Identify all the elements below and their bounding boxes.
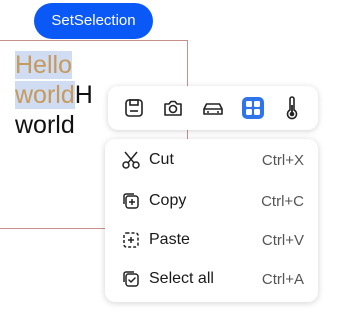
grid-apps-icon[interactable]	[240, 95, 266, 121]
save-icon[interactable]	[121, 95, 147, 121]
paste-icon	[121, 230, 141, 250]
select-all-icon	[121, 269, 141, 289]
menu-item-shortcut: Ctrl+C	[261, 192, 304, 210]
car-icon[interactable]	[200, 95, 226, 121]
selected-text-line1: Hello	[15, 51, 72, 79]
menu-item-shortcut: Ctrl+V	[261, 231, 304, 249]
menu-item-label: Select all	[149, 270, 214, 287]
menu-item-label: Paste	[149, 231, 190, 248]
menu-item-shortcut: Ctrl+A	[261, 270, 304, 288]
scissors-icon	[121, 150, 141, 170]
menu-item-cut[interactable]: Cut Ctrl+X	[105, 145, 318, 175]
menu-item-paste[interactable]: Paste Ctrl+V	[105, 225, 318, 255]
menu-item-label: Cut	[149, 151, 174, 168]
unselected-inline-text: H	[74, 81, 93, 109]
selection-toolbar	[108, 86, 318, 130]
copy-icon	[121, 191, 141, 211]
selected-text-line2: world	[15, 81, 75, 109]
menu-item-select-all[interactable]: Select all Ctrl+A	[105, 264, 318, 294]
context-menu: Cut Ctrl+X Copy Ctrl+C Paste Ctrl+V Sele…	[105, 139, 318, 302]
text-line3: world	[15, 111, 75, 139]
set-selection-button[interactable]: SetSelection	[34, 3, 153, 39]
menu-item-copy[interactable]: Copy Ctrl+C	[105, 186, 318, 216]
text-area-content[interactable]: Hello worldH world	[15, 50, 93, 140]
menu-item-label: Copy	[149, 192, 187, 209]
menu-item-shortcut: Ctrl+X	[261, 151, 304, 169]
thermometer-icon[interactable]	[279, 95, 305, 121]
camera-icon[interactable]	[160, 95, 186, 121]
